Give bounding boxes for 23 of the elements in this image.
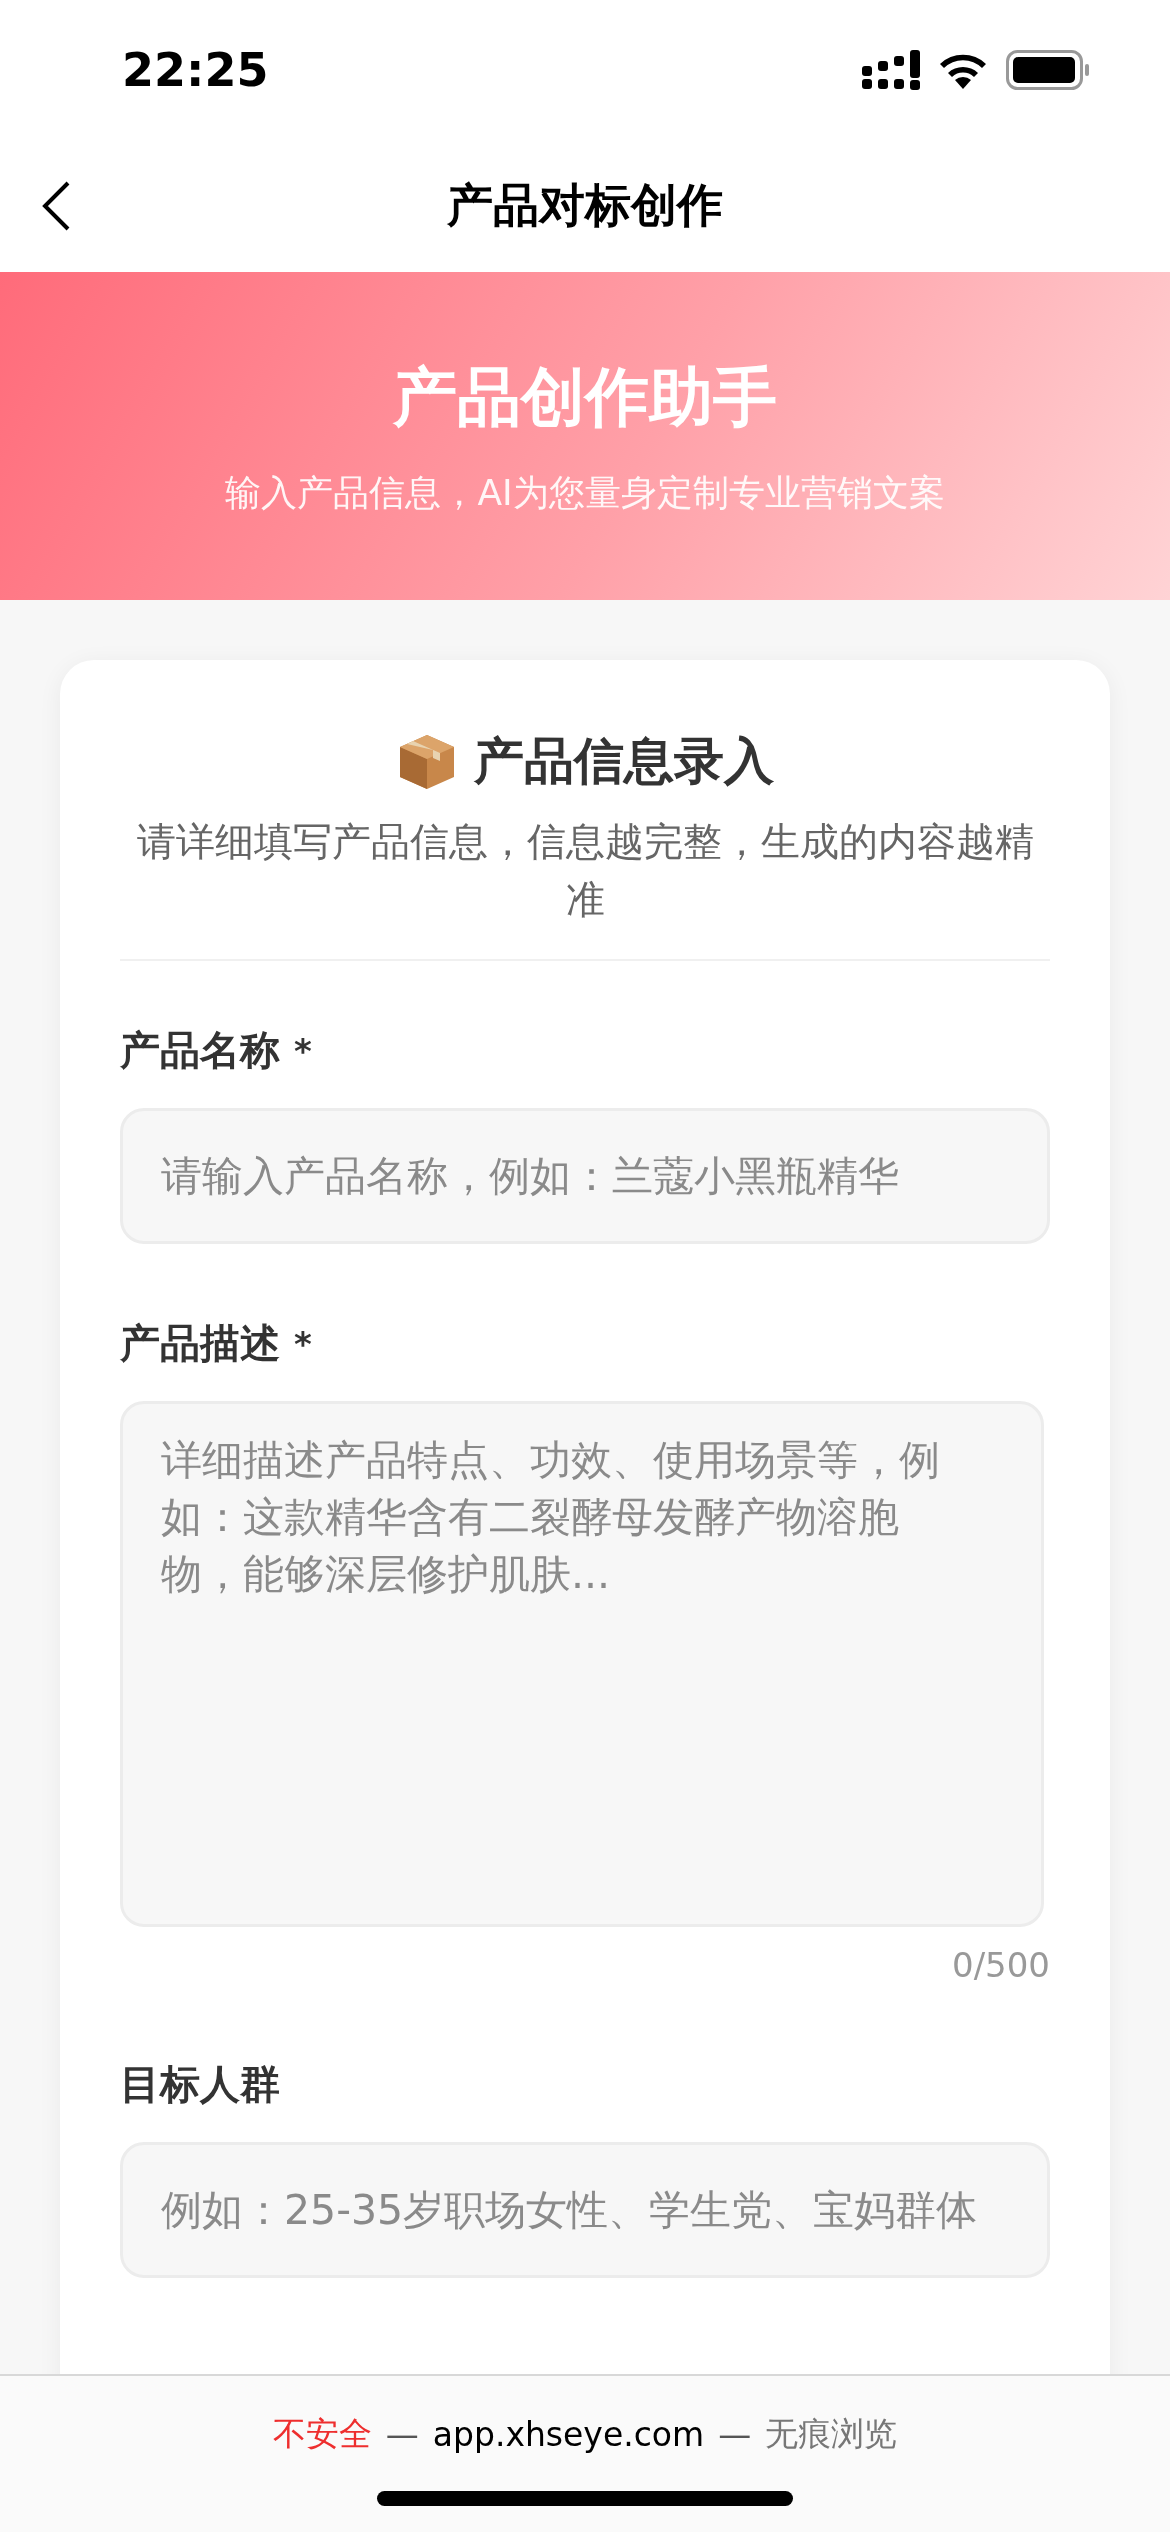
- banner-title: 产品创作助手: [393, 359, 777, 436]
- back-icon[interactable]: [40, 180, 72, 232]
- field-label: 目标人群: [120, 2060, 281, 2109]
- security-warning: 不安全: [272, 2413, 372, 2455]
- battery-icon: [1006, 50, 1090, 90]
- banner-subtitle: 输入产品信息，AI为您量身定制专业营销文案: [225, 471, 945, 515]
- card-subtitle: 请详细填写产品信息，信息越完整，生成的内容越精准: [135, 818, 1035, 924]
- card-title: 产品信息录入: [474, 731, 774, 792]
- required-mark: *: [294, 1030, 312, 1071]
- separator: —: [385, 2415, 419, 2454]
- field-label: 产品描述 *: [120, 1319, 313, 1368]
- status-time: 22:25: [122, 43, 269, 97]
- required-mark: *: [294, 1323, 312, 1364]
- input-field[interactable]: 请输入产品名称，例如：兰蔻小黑瓶精华: [120, 1108, 1050, 1244]
- character-counter: 0/500: [952, 1945, 1050, 1985]
- description-field[interactable]: 详细描述产品特点、功效、使用场景等，例如：这款精华含有二裂酵母发酵产物溶胞物，能够深层修护肌肤...: [120, 1401, 1044, 1927]
- browsing-mode: 无痕浏览: [765, 2413, 898, 2455]
- separator: —: [718, 2415, 752, 2454]
- field-label: 产品名称 *: [120, 1026, 313, 1075]
- url-text[interactable]: app.xhseye.com: [432, 2415, 705, 2454]
- signal-icon: [862, 50, 920, 90]
- page-title: 产品对标创作: [447, 177, 723, 234]
- input-field[interactable]: 例如：25-35岁职场女性、学生党、宝妈群体: [120, 2142, 1050, 2278]
